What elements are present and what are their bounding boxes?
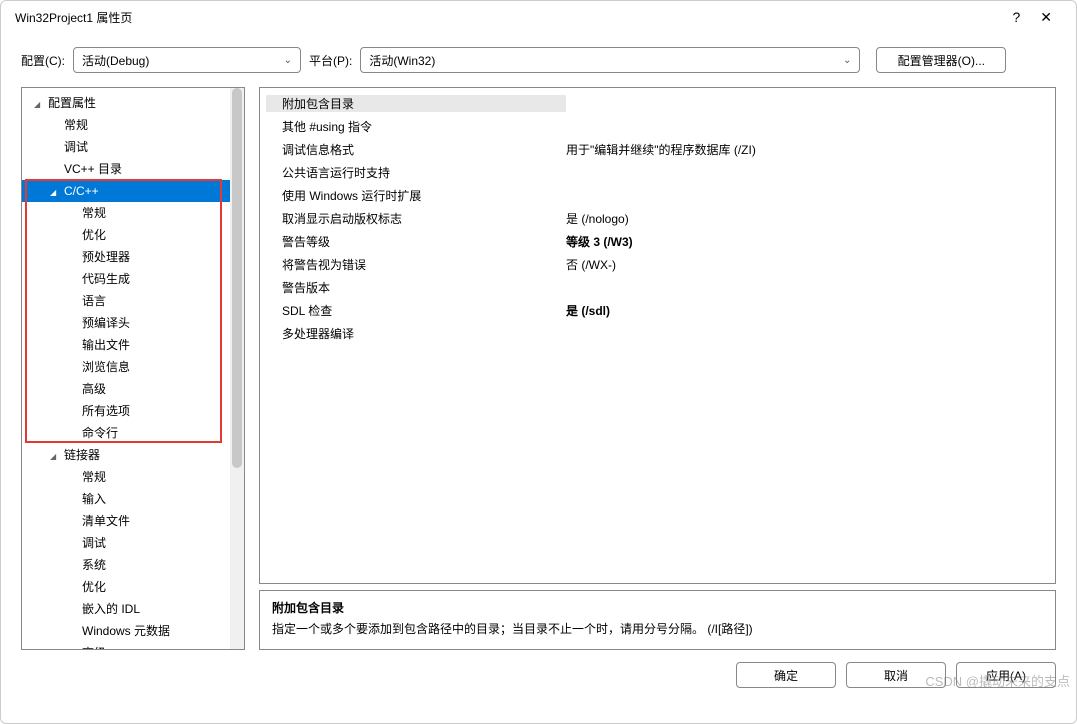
config-row: 配置(C): 活动(Debug) ⌄ 平台(P): 活动(Win32) ⌄ 配置…: [1, 33, 1076, 87]
description-text: 指定一个或多个要添加到包含路径中的目录；当目录不止一个时，请用分号分隔。 (/I…: [272, 620, 1043, 637]
tree-item-cpp-3[interactable]: 代码生成: [22, 268, 230, 290]
prop-row-6[interactable]: 警告等级等级 3 (/W3): [266, 230, 1049, 253]
properties-pane: 附加包含目录其他 #using 指令调试信息格式用于"编辑并继续"的程序数据库 …: [259, 87, 1056, 584]
tree-item-cpp-2[interactable]: 预处理器: [22, 246, 230, 268]
prop-name: 使用 Windows 运行时扩展: [266, 187, 566, 204]
platform-value: 活动(Win32): [369, 52, 435, 69]
prop-row-4[interactable]: 使用 Windows 运行时扩展: [266, 184, 1049, 207]
tree-item-linker-6[interactable]: 嵌入的 IDL: [22, 598, 230, 620]
prop-name: 附加包含目录: [266, 95, 566, 112]
prop-value: 是 (/nologo): [566, 210, 1049, 227]
prop-row-3[interactable]: 公共语言运行时支持: [266, 161, 1049, 184]
tree-scrollbar-thumb[interactable]: [232, 88, 242, 468]
description-title: 附加包含目录: [272, 599, 1043, 616]
description-pane: 附加包含目录 指定一个或多个要添加到包含路径中的目录；当目录不止一个时，请用分号…: [259, 590, 1056, 650]
tree-item-linker-8[interactable]: 高级: [22, 642, 230, 649]
prop-name: 多处理器编译: [266, 325, 566, 342]
close-icon[interactable]: ✕: [1040, 9, 1052, 26]
prop-name: 警告版本: [266, 279, 566, 296]
prop-name: 公共语言运行时支持: [266, 164, 566, 181]
apply-button[interactable]: 应用(A): [956, 662, 1056, 688]
prop-value: 用于"编辑并继续"的程序数据库 (/ZI): [566, 141, 1049, 158]
tree-item-linker-5[interactable]: 优化: [22, 576, 230, 598]
titlebar: Win32Project1 属性页 ? ✕: [1, 1, 1076, 33]
prop-row-2[interactable]: 调试信息格式用于"编辑并继续"的程序数据库 (/ZI): [266, 138, 1049, 161]
tree-scrollbar[interactable]: [230, 88, 244, 649]
prop-name: SDL 检查: [266, 302, 566, 319]
tree-root[interactable]: 配置属性: [22, 92, 230, 114]
platform-label: 平台(P):: [309, 52, 352, 69]
prop-value: 等级 3 (/W3): [566, 233, 1049, 250]
prop-row-9[interactable]: SDL 检查是 (/sdl): [266, 299, 1049, 322]
config-value: 活动(Debug): [82, 52, 149, 69]
prop-name: 其他 #using 指令: [266, 118, 566, 135]
tree-item-top-1[interactable]: 调试: [22, 136, 230, 158]
tree-item-top-2[interactable]: VC++ 目录: [22, 158, 230, 180]
tree-item-cpp-9[interactable]: 所有选项: [22, 400, 230, 422]
tree-item-cpp-1[interactable]: 优化: [22, 224, 230, 246]
tree-item-linker-1[interactable]: 输入: [22, 488, 230, 510]
cancel-button[interactable]: 取消: [846, 662, 946, 688]
footer: 确定 取消 应用(A) CSDN @撬动未来的支点: [1, 650, 1076, 700]
platform-dropdown[interactable]: 活动(Win32) ⌄: [360, 47, 860, 73]
tree-pane: 配置属性常规调试VC++ 目录C/C++常规优化预处理器代码生成语言预编译头输出…: [21, 87, 245, 650]
prop-name: 警告等级: [266, 233, 566, 250]
tree-item-linker-0[interactable]: 常规: [22, 466, 230, 488]
tree-item-cpp-10[interactable]: 命令行: [22, 422, 230, 444]
prop-value: 否 (/WX-): [566, 256, 1049, 273]
chevron-down-icon: ⌄: [284, 55, 292, 66]
config-dropdown[interactable]: 活动(Debug) ⌄: [73, 47, 301, 73]
tree-item-linker[interactable]: 链接器: [22, 444, 230, 466]
prop-value: 是 (/sdl): [566, 302, 1049, 319]
tree-item-cpp-0[interactable]: 常规: [22, 202, 230, 224]
tree-item-cpp-8[interactable]: 高级: [22, 378, 230, 400]
prop-name: 取消显示启动版权标志: [266, 210, 566, 227]
prop-row-7[interactable]: 将警告视为错误否 (/WX-): [266, 253, 1049, 276]
prop-name: 调试信息格式: [266, 141, 566, 158]
prop-row-10[interactable]: 多处理器编译: [266, 322, 1049, 345]
config-manager-button[interactable]: 配置管理器(O)...: [876, 47, 1006, 73]
tree-item-linker-4[interactable]: 系统: [22, 554, 230, 576]
prop-name: 将警告视为错误: [266, 256, 566, 273]
tree-item-cpp-6[interactable]: 输出文件: [22, 334, 230, 356]
ok-button[interactable]: 确定: [736, 662, 836, 688]
tree-item-linker-2[interactable]: 清单文件: [22, 510, 230, 532]
tree-item-cpp[interactable]: C/C++: [22, 180, 230, 202]
tree-item-cpp-7[interactable]: 浏览信息: [22, 356, 230, 378]
tree-item-linker-7[interactable]: Windows 元数据: [22, 620, 230, 642]
help-icon[interactable]: ?: [1012, 9, 1020, 25]
window-title: Win32Project1 属性页: [15, 9, 132, 26]
prop-row-5[interactable]: 取消显示启动版权标志是 (/nologo): [266, 207, 1049, 230]
prop-row-1[interactable]: 其他 #using 指令: [266, 115, 1049, 138]
tree-item-cpp-4[interactable]: 语言: [22, 290, 230, 312]
tree-item-top-0[interactable]: 常规: [22, 114, 230, 136]
prop-row-0[interactable]: 附加包含目录: [266, 92, 1049, 115]
config-label: 配置(C):: [21, 52, 65, 69]
prop-row-8[interactable]: 警告版本: [266, 276, 1049, 299]
chevron-down-icon: ⌄: [843, 55, 851, 66]
tree-item-linker-3[interactable]: 调试: [22, 532, 230, 554]
tree-item-cpp-5[interactable]: 预编译头: [22, 312, 230, 334]
